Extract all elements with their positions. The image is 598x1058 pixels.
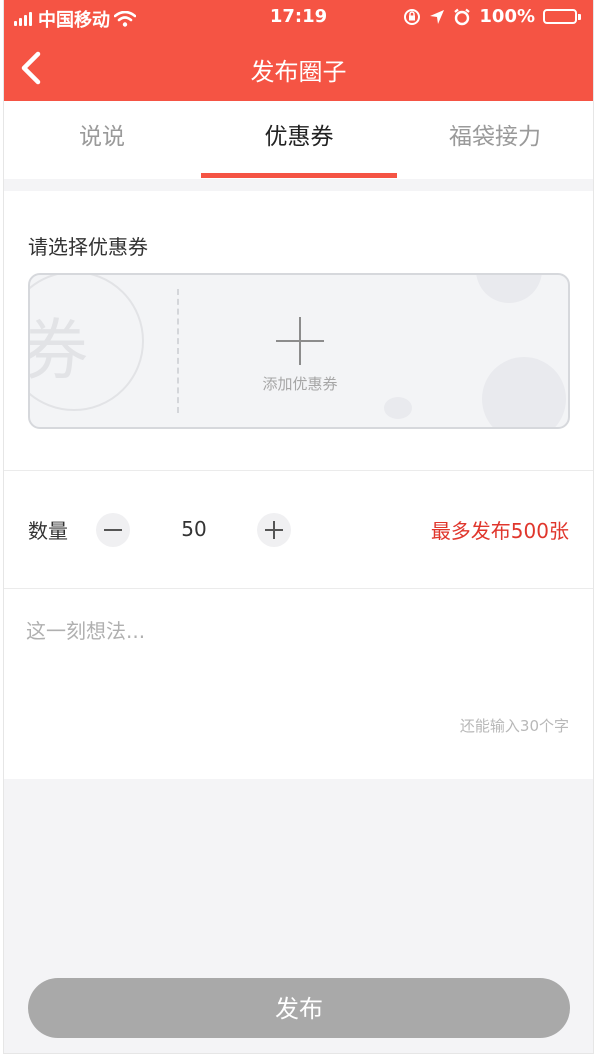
tab-shuoshuo[interactable]: 说说 <box>4 101 200 179</box>
char-counter: 还能输入30个字 <box>459 717 569 735</box>
perforation-line <box>177 289 179 413</box>
section-gap <box>4 179 593 191</box>
add-coupon-card[interactable]: 券 添加优惠券 <box>28 273 570 429</box>
active-tab-indicator <box>201 173 397 178</box>
quantity-max-text: 最多发布500张 <box>430 519 569 543</box>
page-title: 发布圈子 <box>250 58 347 86</box>
decor-circle <box>476 275 542 303</box>
decor-circle <box>482 357 566 427</box>
thought-section: 还能输入30个字 <box>4 589 593 779</box>
add-coupon-label: 添加优惠券 <box>262 375 338 393</box>
nav-bar: 发布圈子 <box>4 40 593 96</box>
coupon-stamp-text: 券 <box>28 312 88 389</box>
rotation-lock-icon <box>404 8 421 25</box>
plus-icon-v <box>273 521 275 539</box>
minus-icon <box>104 529 122 531</box>
coupon-section-label: 请选择优惠券 <box>28 235 148 259</box>
coupon-stamp-icon: 券 <box>28 275 144 411</box>
location-arrow-icon <box>430 9 445 24</box>
tab-lucky-bag-relay[interactable]: 福袋接力 <box>397 101 593 179</box>
coupon-section: 请选择优惠券 券 添加优惠券 <box>4 191 593 470</box>
plus-icon <box>276 317 324 365</box>
tab-coupon[interactable]: 优惠券 <box>201 101 397 179</box>
quantity-label: 数量 <box>28 519 68 543</box>
alarm-icon <box>454 8 471 25</box>
header: 中国移动 17:19 100% 发布圈子 <box>4 0 593 101</box>
app-screen: 中国移动 17:19 100% 发布圈子 说说 优惠券 福袋接力 请选择优惠券 … <box>4 0 593 1053</box>
thought-input[interactable] <box>24 613 573 707</box>
battery-icon <box>543 9 581 24</box>
tab-bar: 说说 优惠券 福袋接力 <box>4 101 593 179</box>
decor-circle <box>384 397 412 419</box>
battery-percent: 100% <box>479 6 535 27</box>
status-bar: 中国移动 17:19 100% <box>4 0 593 34</box>
quantity-value: 50 <box>181 517 207 541</box>
decrement-button[interactable] <box>96 513 130 547</box>
status-right: 100% <box>403 6 581 27</box>
increment-button[interactable] <box>257 513 291 547</box>
publish-button[interactable]: 发布 <box>28 978 570 1038</box>
quantity-section: 数量 50 最多发布500张 <box>4 471 593 588</box>
